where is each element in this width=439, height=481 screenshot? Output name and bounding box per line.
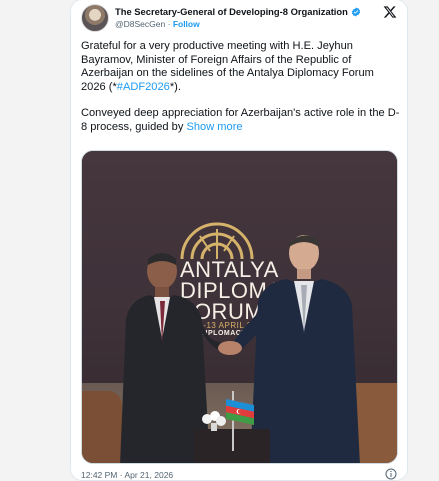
photo-handshake [218,341,242,355]
azerbaijan-flag-icon [226,399,254,425]
author-avatar[interactable] [81,4,109,32]
tweet-card: The Secretary-General of Developing-8 Or… [70,0,408,481]
tweet-paragraph-1-end: *). [169,80,181,93]
verified-badge-icon [351,6,360,17]
tweet-text: Grateful for a very productive meeting w… [81,40,401,147]
tweet-header: The Secretary-General of Developing-8 Or… [81,4,399,34]
info-icon[interactable] [385,468,397,480]
tweet-photo[interactable]: ANTALYA DIPLOMACY FORUM 11-13 APRIL 2026… [81,150,398,464]
x-logo-icon[interactable] [383,5,397,19]
tweet-paragraph-1: Grateful for a very productive meeting w… [81,40,401,94]
hashtag-link[interactable]: #ADF2026 [117,81,170,93]
author-handle[interactable]: @D8SecGen [115,19,165,29]
author-handle-row: @D8SecGen · Follow [115,19,200,29]
tweet-timestamp[interactable]: 12:42 PM · Apr 21, 2026 [81,470,173,480]
tweet-paragraph-2: Conveyed deep appreciation for Azerbaija… [81,107,401,134]
author-name[interactable]: The Secretary-General of Developing-8 Or… [115,6,348,17]
follow-button[interactable]: Follow [173,19,200,29]
handle-separator: · [167,19,171,29]
show-more-link[interactable]: Show more [186,121,242,133]
author-name-row: The Secretary-General of Developing-8 Or… [115,6,361,17]
